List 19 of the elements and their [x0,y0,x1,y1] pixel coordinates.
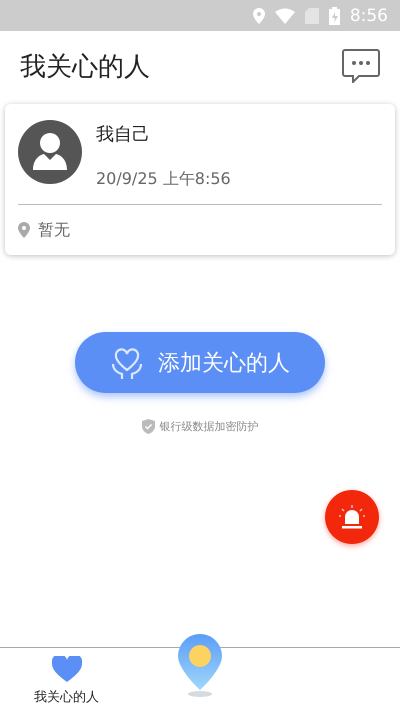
location-text: 暂无 [38,220,70,240]
location-icon [18,222,30,238]
heart-icon [52,656,82,682]
message-icon[interactable] [342,49,380,83]
shield-check-icon [142,419,154,434]
page-title: 我关心的人 [20,50,150,84]
battery-charging-icon [328,6,340,24]
person-card[interactable]: 我自己 20/9/25 上午8:56 暂无 [5,104,395,255]
wifi-icon [274,8,295,24]
update-time: 20/9/25 上午8:56 [96,169,231,190]
alarm-button[interactable] [325,490,379,544]
location-pin-icon [176,632,224,698]
avatar-icon [18,120,82,184]
heart-hands-icon [110,346,144,380]
security-note: 银行级数据加密防护 [160,419,258,434]
tab[interactable]: 我关心的人 [0,648,134,711]
location-icon [252,8,265,24]
siren-icon [338,504,366,530]
person-name: 我自己 [96,123,151,146]
